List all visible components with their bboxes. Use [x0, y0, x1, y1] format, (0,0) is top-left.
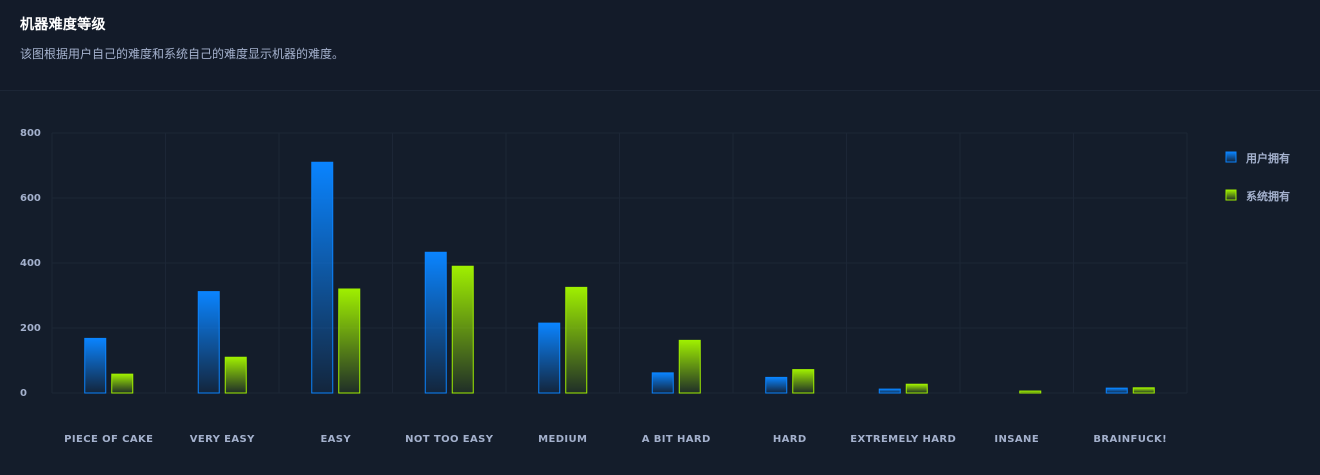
x-category-label: EXTREMELY HARD	[850, 434, 956, 445]
bar-user[interactable]	[84, 337, 107, 394]
bar-user[interactable]	[424, 251, 447, 394]
legend-label[interactable]: 用户拥有	[1246, 151, 1290, 165]
x-category-label: VERY EASY	[190, 434, 255, 445]
y-tick-label: 800	[20, 128, 41, 139]
y-axis: 0 200 400 600 800	[20, 128, 41, 399]
bar-system[interactable]	[111, 373, 134, 394]
bar-system[interactable]	[451, 265, 474, 394]
bar-user[interactable]	[311, 161, 334, 394]
legend-swatch[interactable]	[1225, 151, 1237, 163]
bar-system[interactable]	[338, 288, 361, 394]
chart-card: 机器难度等级 该图根据用户自己的难度和系统自己的难度显示机器的难度。 0 200 4…	[0, 0, 1320, 475]
bar-system[interactable]	[1019, 390, 1042, 394]
x-category-label: INSANE	[994, 434, 1039, 445]
x-category-label: PIECE OF CAKE	[64, 434, 153, 445]
x-category-label: MEDIUM	[538, 434, 587, 445]
grid	[51, 132, 1188, 394]
bar-user[interactable]	[878, 388, 901, 394]
x-category-label: HARD	[773, 434, 807, 445]
bar-chart: 0 200 400 600 800 PIECE OF CAKE VERY EASY EASY…	[20, 128, 1290, 445]
y-tick-label: 0	[20, 388, 27, 399]
legend-swatch[interactable]	[1225, 189, 1237, 201]
bar-user[interactable]	[651, 372, 674, 394]
x-axis: PIECE OF CAKE VERY EASY EASY NOT TOO EASY ME…	[64, 434, 1167, 445]
bar-system[interactable]	[678, 339, 701, 394]
bar-user[interactable]	[197, 291, 220, 394]
y-tick-label: 600	[20, 193, 41, 204]
legend: 用户拥有系统拥有	[1225, 151, 1290, 203]
y-tick-label: 400	[20, 258, 41, 269]
bar-user[interactable]	[765, 376, 788, 394]
bar-system[interactable]	[565, 286, 588, 394]
bar-system[interactable]	[792, 369, 815, 394]
x-category-label: EASY	[320, 434, 351, 445]
x-category-label: BRAINFUCK!	[1093, 434, 1167, 445]
bar-system[interactable]	[905, 383, 928, 394]
x-category-label: A BIT HARD	[642, 434, 711, 445]
bar-user[interactable]	[1105, 387, 1128, 394]
legend-label[interactable]: 系统拥有	[1246, 189, 1290, 203]
x-category-label: NOT TOO EASY	[405, 434, 494, 445]
bar-system[interactable]	[1132, 387, 1155, 394]
y-tick-label: 200	[20, 323, 41, 334]
bar-user[interactable]	[538, 322, 561, 394]
bar-system[interactable]	[224, 356, 247, 394]
